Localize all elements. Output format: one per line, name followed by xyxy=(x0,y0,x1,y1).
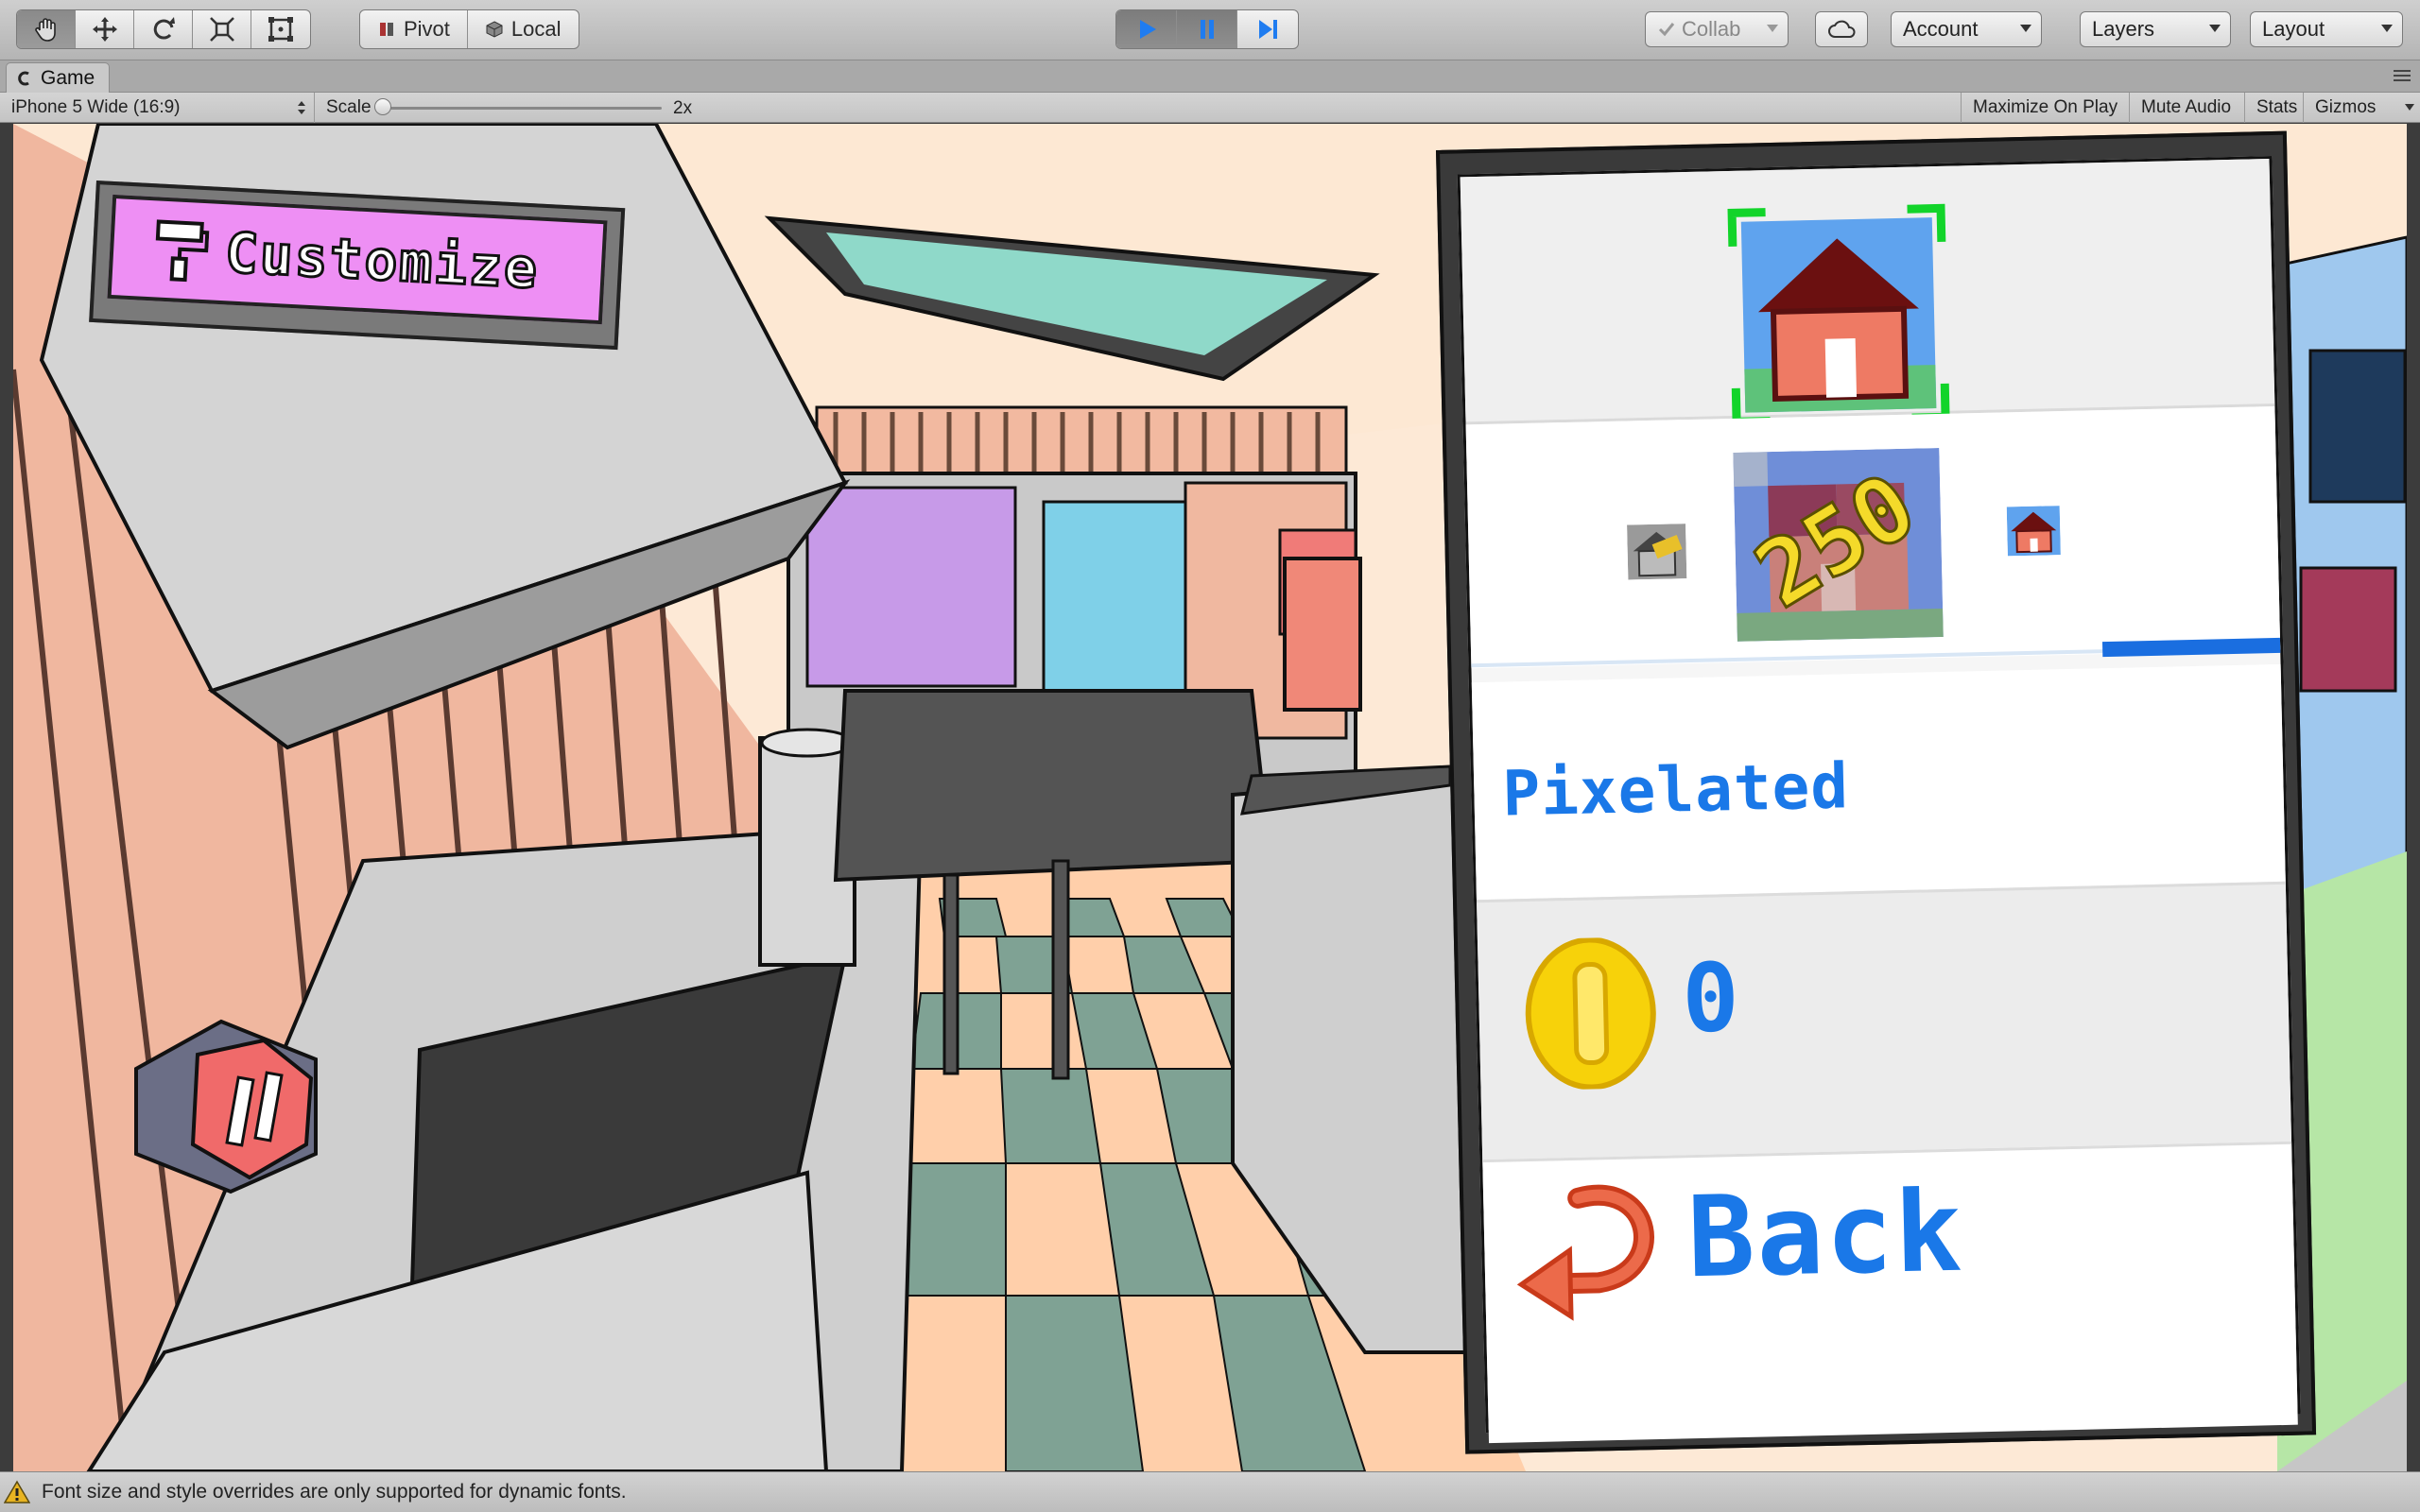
scale-value: 2x xyxy=(673,98,693,118)
layers-label: Layers xyxy=(2092,17,2155,41)
mode-row: Pixelated xyxy=(1471,663,2286,901)
pixelated-house-thumbnail[interactable]: 250 xyxy=(1733,448,1944,642)
tab-game-label: Game xyxy=(41,66,95,89)
carousel-scroll-indicator[interactable] xyxy=(2101,637,2281,658)
check-icon xyxy=(1658,23,1675,37)
tab-game[interactable]: Game xyxy=(6,62,110,93)
layout-label: Layout xyxy=(2262,17,2325,41)
chevron-down-icon xyxy=(2381,25,2393,32)
back-arrow-icon xyxy=(1516,1184,1654,1321)
step-button[interactable] xyxy=(1237,10,1298,48)
game-tab-bar: Game xyxy=(0,60,2420,93)
item-carousel-row: 250 xyxy=(1465,405,2281,669)
rect-transform-icon xyxy=(268,17,293,42)
rotate-tool-button[interactable] xyxy=(134,10,193,48)
account-label: Account xyxy=(1903,17,1979,41)
gizmos-label: Gizmos xyxy=(2315,97,2377,117)
mute-label: Mute Audio xyxy=(2141,97,2232,117)
world-pause-button[interactable] xyxy=(117,1003,344,1201)
coins-row: 0 xyxy=(1477,881,2292,1160)
selected-item-row xyxy=(1460,159,2275,426)
menu-icon[interactable] xyxy=(2392,68,2412,83)
back-row[interactable]: Back xyxy=(1482,1141,2298,1444)
layers-dropdown[interactable]: Layers xyxy=(2080,11,2231,47)
coin-icon xyxy=(1525,936,1656,1091)
pivot-button[interactable]: Pivot xyxy=(360,10,468,48)
customization-panel: 250 Pixelated 0 Back xyxy=(1436,130,2317,1454)
collab-dropdown[interactable]: Collab xyxy=(1645,11,1789,47)
gizmos-dropdown[interactable]: Gizmos xyxy=(2303,93,2420,123)
maximize-label: Maximize On Play xyxy=(1973,97,2118,117)
step-icon xyxy=(1259,20,1277,39)
hand-icon xyxy=(34,18,56,42)
customize-label: Customize xyxy=(222,219,542,302)
scale-icon xyxy=(209,17,234,42)
stats-toggle[interactable]: Stats xyxy=(2244,93,2308,123)
house-thumbnail-selected[interactable] xyxy=(1727,203,1950,426)
mute-audio-toggle[interactable]: Mute Audio xyxy=(2129,93,2242,123)
paint-roller-icon xyxy=(155,219,210,283)
rect-tool-button[interactable] xyxy=(251,10,310,48)
mode-label: Pixelated xyxy=(1501,749,1850,831)
collab-label: Collab xyxy=(1682,17,1741,41)
stats-label: Stats xyxy=(2256,97,2298,117)
grey-house-thumbnail[interactable] xyxy=(1627,524,1687,580)
cloud-button[interactable] xyxy=(1815,11,1868,47)
editor-toolbar: Pivot Local Collab Account Layers Layout xyxy=(0,0,2420,60)
pivot-icon xyxy=(380,23,393,36)
hand-tool-button[interactable] xyxy=(17,10,76,48)
local-label: Local xyxy=(510,17,562,41)
pivot-label: Pivot xyxy=(404,17,450,41)
coin-count: 0 xyxy=(1681,941,1740,1055)
warning-icon xyxy=(4,1480,30,1503)
resolution-dropdown[interactable]: iPhone 5 Wide (16:9) xyxy=(0,93,314,123)
game-controller-icon xyxy=(18,71,29,85)
cloud-icon xyxy=(1828,20,1856,38)
chevron-down-icon xyxy=(1767,25,1778,32)
chevron-down-icon xyxy=(2405,104,2414,111)
layout-dropdown[interactable]: Layout xyxy=(2250,11,2403,47)
playback-controls xyxy=(1115,9,1299,49)
rotate-icon xyxy=(153,17,175,40)
resolution-label: iPhone 5 Wide (16:9) xyxy=(11,97,181,117)
maximize-on-play-toggle[interactable]: Maximize On Play xyxy=(1961,93,2129,123)
chevron-down-icon xyxy=(2020,25,2031,32)
back-label: Back xyxy=(1685,1165,1965,1303)
game-viewport[interactable]: Customize 250 Pixelated 0 Back xyxy=(13,124,2407,1471)
updown-arrows-icon xyxy=(298,101,305,114)
move-arrows-icon xyxy=(92,17,117,42)
scale-slider-handle[interactable] xyxy=(374,98,391,115)
customize-sign[interactable]: Customize xyxy=(89,180,626,351)
scale-label: Scale xyxy=(326,97,372,117)
game-view-toolbar: iPhone 5 Wide (16:9) Scale 2x Maximize O… xyxy=(0,93,2420,123)
transform-tools xyxy=(16,9,311,49)
scale-label-item: Scale xyxy=(314,93,383,123)
play-icon xyxy=(1139,20,1156,39)
panel-content: 250 Pixelated 0 Back xyxy=(1457,155,2301,1444)
pivot-group: Pivot Local xyxy=(359,9,579,49)
move-tool-button[interactable] xyxy=(76,10,134,48)
scale-slider-track[interactable] xyxy=(383,107,662,110)
pause-icon xyxy=(1200,20,1214,39)
local-button[interactable]: Local xyxy=(468,10,579,48)
pause-button[interactable] xyxy=(1177,10,1237,48)
account-dropdown[interactable]: Account xyxy=(1891,11,2042,47)
play-button[interactable] xyxy=(1116,10,1177,48)
cube-icon xyxy=(486,21,503,38)
red-house-thumbnail[interactable] xyxy=(2006,506,2061,557)
chevron-down-icon xyxy=(2209,25,2221,32)
status-bar: Font size and style overrides are only s… xyxy=(0,1471,2420,1512)
status-message: Font size and style overrides are only s… xyxy=(42,1481,627,1503)
scale-tool-button[interactable] xyxy=(193,10,251,48)
